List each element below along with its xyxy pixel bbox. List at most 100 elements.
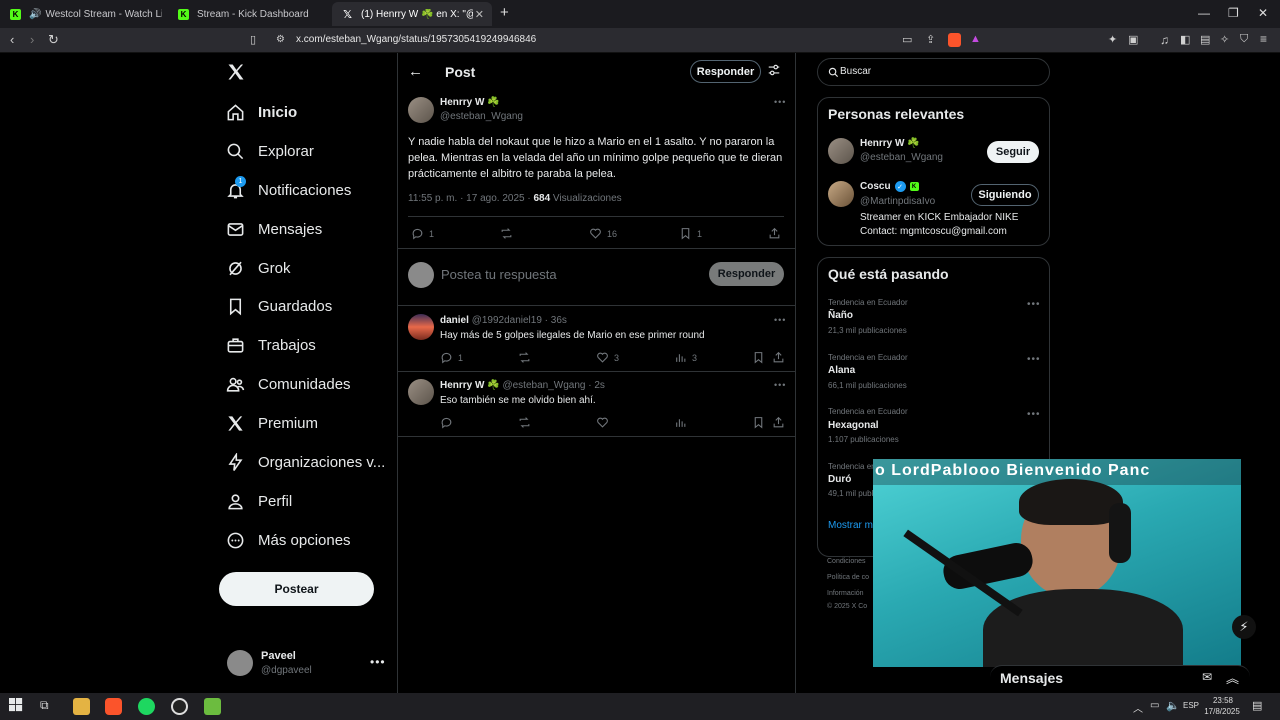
search-box[interactable]: Buscar [817,58,1050,86]
spotify-icon[interactable] [138,698,155,715]
tray-chevron-icon[interactable]: ︿ [1133,700,1143,715]
trend-name[interactable]: Alana [828,365,855,376]
share-icon[interactable]: ⇪ [926,33,935,46]
tab-x-post[interactable]: 𝕏 (1) Henrry W ☘️ en X: "@Martin ✕ [332,2,492,26]
trend-more-icon[interactable]: ••• [1027,409,1041,420]
clock-time[interactable]: 23:58 [1206,696,1240,705]
person-name[interactable]: Henrry W ☘️ [860,138,920,149]
language-indicator[interactable]: ESP [1183,701,1199,710]
tweet-reply-action[interactable]: 1 [411,227,434,240]
vpn-icon[interactable]: ⛉ [1240,33,1248,46]
person-handle[interactable]: @esteban_Wgang [860,152,943,163]
brave-rewards-icon[interactable]: ▲ [970,33,981,45]
file-explorer-icon[interactable] [73,698,90,715]
nav-perfil[interactable]: Perfil [225,488,292,514]
header-reply-button[interactable]: Responder [690,60,761,83]
nav-comunidades[interactable]: Comunidades [225,371,351,397]
person-avatar[interactable] [828,138,854,164]
follow-button[interactable]: Seguir [987,141,1039,163]
nav-mensajes[interactable]: Mensajes [225,216,322,242]
grok-float-icon[interactable]: ⚡ [1232,615,1256,639]
account-name[interactable]: Paveel [261,650,296,662]
new-message-icon[interactable]: ✉ [1202,670,1212,684]
notification-center-icon[interactable]: ▤ [1252,699,1262,712]
reply-bookmark-action[interactable] [752,351,770,364]
reply-author-name[interactable]: Henrry W ☘️ [440,380,500,391]
compose-reply-button[interactable]: Responder [709,262,784,286]
nav-inicio[interactable]: Inicio [225,99,297,125]
reply-share-action[interactable] [772,416,790,429]
tweet-author-avatar[interactable] [408,97,434,123]
brave-browser-icon[interactable] [105,698,122,715]
reply-author-avatar[interactable] [408,379,434,405]
nav-grok[interactable]: Grok [225,255,291,281]
media-icon[interactable]: ♫ [1160,33,1169,47]
tab-kick-dashboard[interactable]: K Stream - Kick Dashboard [168,2,328,26]
trend-name[interactable]: Duró [828,474,851,485]
reload-icon[interactable]: ↻ [48,32,59,48]
x-logo-icon[interactable] [226,62,246,82]
reply-reply-action[interactable] [440,416,458,429]
bookmark-page-icon[interactable]: ▯ [250,33,256,46]
person-handle[interactable]: @MartinpdisaIvo [860,196,935,207]
footer-link[interactable]: Información [827,590,864,597]
search-input[interactable]: Buscar [840,66,871,77]
clock-date[interactable]: 17/8/2025 [1200,707,1244,716]
messages-drawer[interactable]: Mensajes ✉ ︽ [990,665,1250,693]
reply-reply-action[interactable]: 1 [440,351,463,364]
nav-trabajos[interactable]: Trabajos [225,332,316,358]
reply-views-action[interactable]: 3 [674,351,697,364]
forward-icon[interactable]: › [30,32,34,47]
tweet-repost-action[interactable] [500,227,518,240]
nav-mas-opciones[interactable]: Más opciones [225,527,351,553]
menu-icon[interactable]: ≡ [1260,32,1267,46]
brave-shield-icon[interactable] [948,33,961,47]
expand-icon[interactable]: ︽ [1226,668,1239,687]
footer-link[interactable]: Política de co [827,574,869,581]
trend-more-icon[interactable]: ••• [1027,299,1041,310]
nav-guardados[interactable]: Guardados [225,293,332,319]
person-name[interactable]: Coscu [860,181,891,192]
extensions-icon[interactable]: ✦ [1108,33,1117,46]
reply-bookmark-action[interactable] [752,416,770,429]
tweet-author-handle[interactable]: @esteban_Wgang [440,111,523,122]
close-tab-icon[interactable]: ✕ [475,8,484,21]
compose-input[interactable]: Postea tu respuesta [441,267,557,282]
reading-icon[interactable]: ▣ [1128,33,1138,46]
trend-more-icon[interactable]: ••• [1027,354,1041,365]
reply-author-name[interactable]: daniel [440,315,469,326]
trend-name[interactable]: Hexagonal [828,420,879,431]
reply-views-action[interactable] [674,416,692,429]
tweet-share-action[interactable] [768,227,786,240]
postear-button[interactable]: Postear [219,572,374,606]
reply-like-action[interactable] [596,416,614,429]
reply-more-icon[interactable]: ••• [774,380,786,390]
volume-icon[interactable]: 🔈 [1166,699,1180,712]
nav-notificaciones[interactable]: 1 Notificaciones [225,176,351,203]
footer-link[interactable]: Condiciones [827,558,866,565]
network-icon[interactable]: ▭ [1150,700,1159,711]
site-info-icon[interactable]: ⚙ [276,34,285,45]
nav-explorar[interactable]: Explorar [225,138,314,164]
reply-repost-action[interactable] [518,416,536,429]
new-tab-button[interactable]: + [500,4,509,21]
show-more-link[interactable]: Mostrar m [828,520,873,531]
account-avatar[interactable] [227,650,253,676]
leo-icon[interactable]: ✧ [1220,33,1229,46]
cast-icon[interactable]: ▭ [902,33,912,46]
wallet-icon[interactable]: ▤ [1200,33,1210,46]
minimize-button[interactable]: — [1198,6,1210,20]
minecraft-icon[interactable] [204,698,221,715]
filter-icon[interactable] [767,63,781,77]
reply-more-icon[interactable]: ••• [774,315,786,325]
tab-westcol-stream[interactable]: K 🔊 Westcol Stream - Watch Live on Kick [0,2,162,26]
trend-name[interactable]: Ñaño [828,310,853,321]
account-more-icon[interactable]: ••• [370,655,386,669]
windows-start-icon[interactable] [9,698,26,715]
tweet-like-action[interactable]: 16 [589,227,617,240]
nav-organizaciones[interactable]: Organizaciones v... [225,449,385,475]
sidebar-icon[interactable]: ◧ [1180,33,1190,46]
reply-repost-action[interactable] [518,351,536,364]
restore-button[interactable]: ❐ [1228,6,1239,20]
nav-premium[interactable]: Premium [225,410,318,436]
